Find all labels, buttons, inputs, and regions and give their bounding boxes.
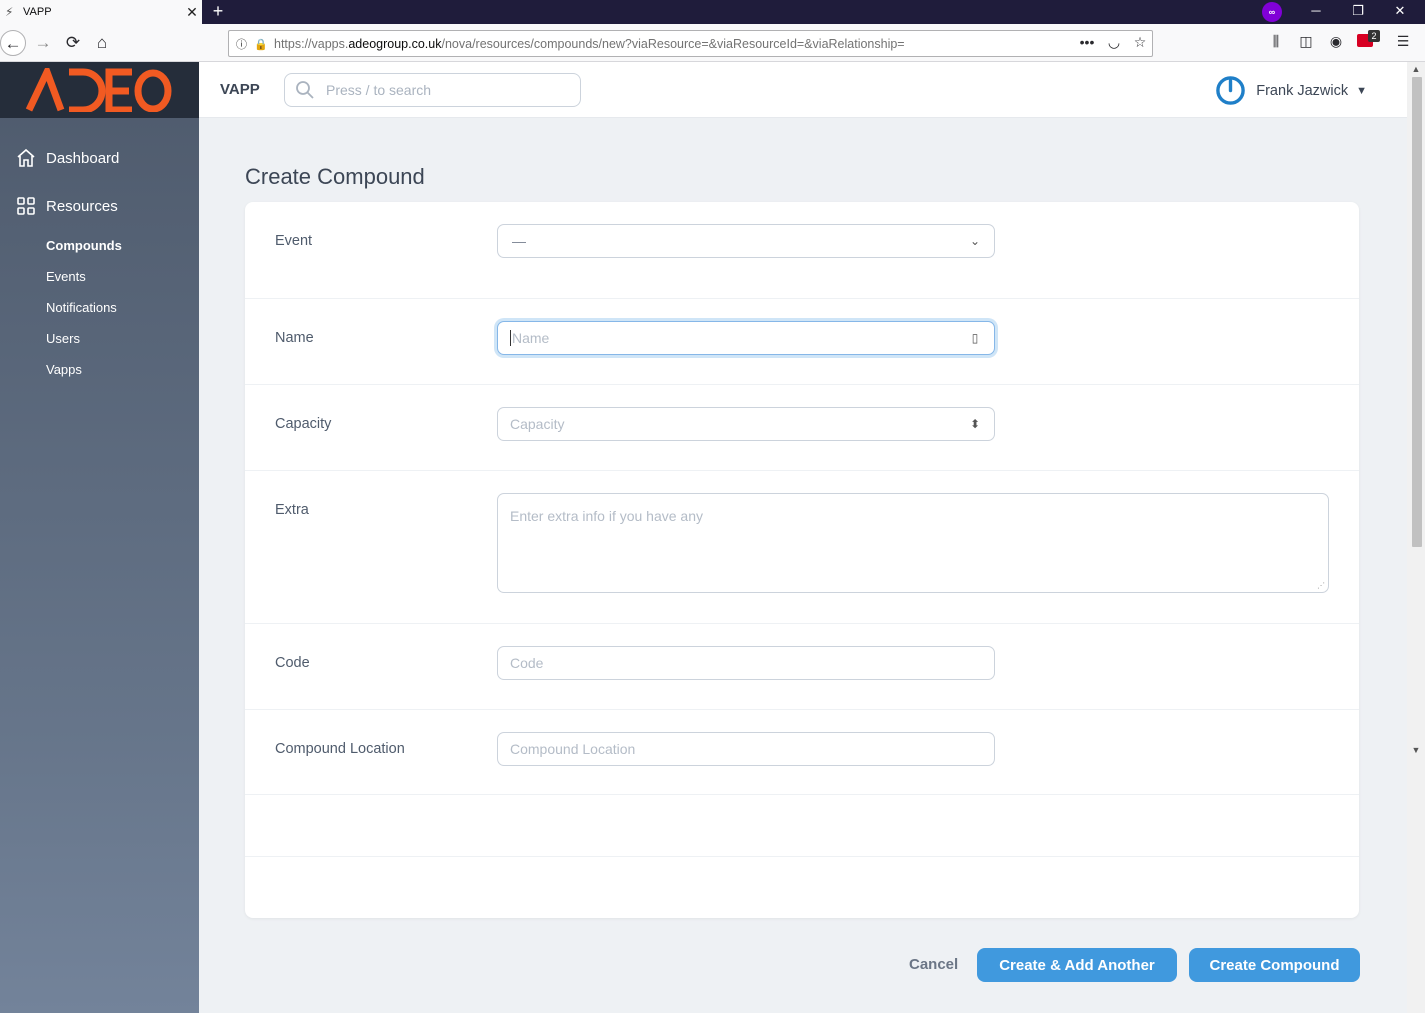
code-field[interactable]: Code <box>497 646 995 680</box>
field-row-name: Name Name ▯ <box>245 299 1359 385</box>
extra-textarea[interactable]: Enter extra info if you have any ⋰ <box>497 493 1329 593</box>
minimize-button[interactable]: ─ <box>1296 0 1336 24</box>
sidebar-toggle-icon[interactable]: ◫ <box>1296 33 1316 50</box>
browser-tab[interactable]: ⚡ VAPP ✕ <box>0 0 202 24</box>
name-field[interactable]: Name ▯ <box>497 321 995 355</box>
logo-mark <box>25 68 171 112</box>
sidebar-item-vapps[interactable]: Vapps <box>46 362 82 377</box>
autofill-icon[interactable]: ▯ <box>968 331 982 345</box>
page-actions-icon[interactable]: ••• <box>1077 34 1097 50</box>
text-caret <box>510 330 511 346</box>
scrollbar-thumb[interactable] <box>1412 77 1422 547</box>
pocket-icon[interactable]: ◡ <box>1104 34 1124 51</box>
scroll-up-icon[interactable]: ▲ <box>1410 64 1422 74</box>
sidebar-item-label: Dashboard <box>46 149 120 167</box>
app-brand[interactable]: VAPP <box>220 81 260 98</box>
field-row-event: Event — ⌄ <box>245 202 1359 299</box>
private-browsing-icon: ∞ <box>1262 2 1282 22</box>
user-menu[interactable]: Frank Jazwick ▼ <box>1215 75 1367 106</box>
create-compound-button[interactable]: Create Compound <box>1189 948 1360 982</box>
event-selected-value: — <box>512 233 526 249</box>
grid-icon <box>17 197 35 215</box>
event-label: Event <box>275 233 313 249</box>
library-icon[interactable]: ⫼ <box>1266 33 1286 50</box>
info-icon[interactable]: ⓘ <box>236 36 252 52</box>
app-header: VAPP Press / to search Frank Jazwick ▼ <box>199 62 1407 118</box>
url-text[interactable]: https://vapps.adeogroup.co.uk/nova/resou… <box>274 37 905 51</box>
vertical-scrollbar[interactable]: ▲ ▼ <box>1407 62 1425 1013</box>
sidebar-item-resources[interactable]: Resources <box>16 196 118 216</box>
chevron-down-icon: ⌄ <box>969 234 981 248</box>
page-title: Create Compound <box>245 164 425 189</box>
event-select[interactable]: — ⌄ <box>497 224 995 258</box>
extension-badge: 2 <box>1368 30 1380 42</box>
number-stepper-icon[interactable]: ⬍ <box>968 417 982 431</box>
close-window-button[interactable]: ✕ <box>1380 0 1420 24</box>
name-label: Name <box>275 330 314 346</box>
menu-icon[interactable]: ☰ <box>1393 33 1413 50</box>
scroll-down-icon[interactable]: ▼ <box>1410 745 1422 755</box>
cancel-button[interactable]: Cancel <box>909 956 958 973</box>
capacity-label: Capacity <box>275 416 332 432</box>
sidebar-item-compounds[interactable]: Compounds <box>46 238 122 253</box>
field-row-capacity: Capacity Capacity ⬍ <box>245 385 1359 471</box>
home-button[interactable]: ⌂ <box>89 30 115 56</box>
tab-title: VAPP <box>23 6 52 18</box>
forward-button[interactable]: → <box>30 30 56 56</box>
new-tab-button[interactable]: + <box>207 0 229 24</box>
location-label: Compound Location <box>275 741 405 757</box>
sidebar-item-events[interactable]: Events <box>46 269 86 284</box>
capacity-placeholder: Capacity <box>510 416 565 432</box>
account-icon[interactable]: ◉ <box>1326 33 1346 50</box>
code-placeholder: Code <box>510 655 544 671</box>
lock-icon: 🔒 <box>254 38 268 51</box>
extra-label: Extra <box>275 502 309 518</box>
browser-tab-bar: ⚡ VAPP ✕ + ∞ ─ ❐ ✕ <box>0 0 1425 24</box>
field-row-extra: Extra Enter extra info if you have any ⋰ <box>245 471 1359 624</box>
chevron-down-icon: ▼ <box>1356 84 1367 97</box>
search-icon <box>296 81 314 99</box>
sidebar-item-notifications[interactable]: Notifications <box>46 300 117 315</box>
sidebar-item-dashboard[interactable]: Dashboard <box>16 148 119 168</box>
create-add-another-button[interactable]: Create & Add Another <box>977 948 1177 982</box>
search-placeholder: Press / to search <box>326 82 432 98</box>
main-content: Create Compound Event — ⌄ Name Name ▯ Ca… <box>199 118 1407 1013</box>
global-search[interactable]: Press / to search <box>284 73 581 107</box>
avatar <box>1216 76 1246 105</box>
bolt-icon: ⚡ <box>5 5 14 19</box>
extra-placeholder: Enter extra info if you have any <box>510 508 703 524</box>
restore-button[interactable]: ❐ <box>1338 0 1378 24</box>
browser-nav-bar: ← → ⟳ ⌂ ⓘ 🔒 https://vapps.adeogroup.co.u… <box>0 24 1425 62</box>
field-row-location: Compound Location Compound Location <box>245 710 1359 795</box>
reload-button[interactable]: ⟳ <box>60 30 86 56</box>
create-form-card: Event — ⌄ Name Name ▯ Capacity Capacity … <box>245 202 1359 918</box>
url-bar[interactable]: ⓘ 🔒 https://vapps.adeogroup.co.uk/nova/r… <box>228 30 1153 57</box>
code-label: Code <box>275 655 310 671</box>
sidebar-item-users[interactable]: Users <box>46 331 80 346</box>
home-icon <box>17 148 35 167</box>
resize-handle-icon[interactable]: ⋰ <box>1317 581 1325 590</box>
field-row-code: Code Code <box>245 624 1359 710</box>
adeo-logo[interactable] <box>0 62 199 118</box>
field-row-empty <box>245 795 1359 857</box>
sidebar-item-label: Resources <box>46 197 118 215</box>
back-button[interactable]: ← <box>0 30 26 56</box>
location-field[interactable]: Compound Location <box>497 732 995 766</box>
sidebar: Dashboard Resources Compounds Events Not… <box>0 62 199 1013</box>
location-placeholder: Compound Location <box>510 741 636 757</box>
capacity-field[interactable]: Capacity ⬍ <box>497 407 995 441</box>
close-tab-icon[interactable]: ✕ <box>182 4 202 21</box>
bookmark-star-icon[interactable]: ☆ <box>1130 34 1150 51</box>
name-placeholder: Name <box>512 330 550 346</box>
user-name: Frank Jazwick <box>1256 82 1349 99</box>
